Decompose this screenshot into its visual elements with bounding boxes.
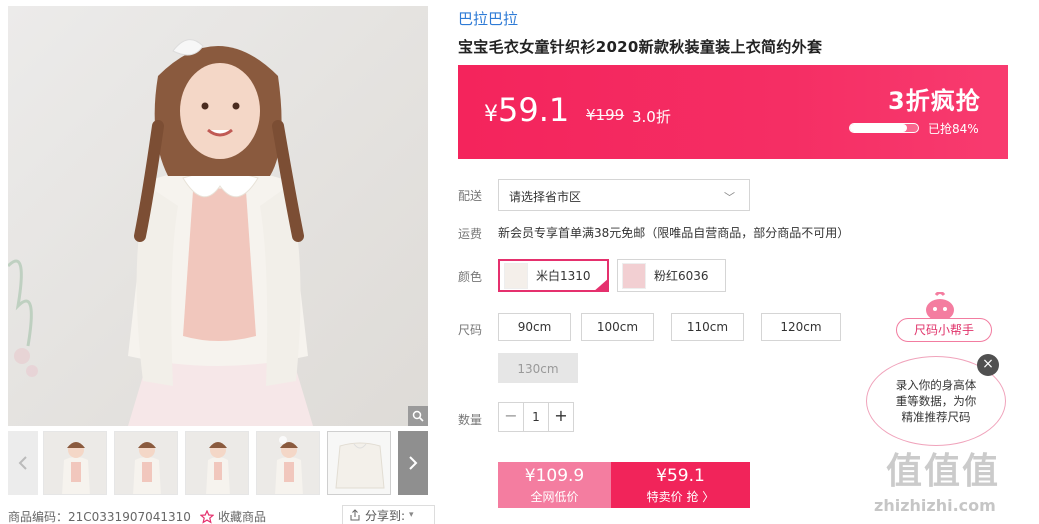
chevron-left-icon: [18, 456, 27, 470]
price-banner: ¥59.1 ¥199 3.0折 3折疯抢 已抢84%: [458, 65, 1008, 159]
thumbnail-image: [44, 432, 106, 494]
product-main-image[interactable]: [8, 6, 428, 426]
thumbnail-strip: [8, 431, 428, 495]
size-option-90[interactable]: 90cm: [498, 313, 571, 341]
market-price: ¥109.9: [524, 466, 585, 486]
region-select-value: 请选择省市区: [509, 190, 582, 204]
share-icon: [350, 509, 360, 521]
quantity-minus-button[interactable]: −: [499, 403, 523, 431]
market-price-button[interactable]: ¥109.9 全网低价: [498, 462, 611, 508]
size-label: 尺码: [458, 323, 483, 337]
discount-text: 3.0折: [632, 108, 671, 126]
magnifier-icon: [412, 410, 424, 422]
watermark-logo: 值值值: [886, 451, 1001, 492]
product-meta-row: 商品编码：21C0331907041310 收藏商品 分享到: ▾: [8, 505, 435, 524]
thumbnail-1[interactable]: [43, 431, 107, 495]
buy-now-button[interactable]: ¥59.1 特卖价 抢 〉: [611, 462, 750, 508]
thumbnail-image: [328, 432, 390, 494]
thumbnail-5[interactable]: [327, 431, 391, 495]
product-title: 宝宝毛衣女童针织衫2020新款秋装童装上衣简约外套: [458, 38, 823, 56]
thumbnail-image: [186, 432, 248, 494]
thumbnail-3[interactable]: [185, 431, 249, 495]
check-icon: ✓: [593, 278, 609, 292]
favorite-button[interactable]: 收藏商品: [200, 508, 266, 524]
sold-progress-fill: [850, 124, 907, 132]
thumbnail-2[interactable]: [114, 431, 178, 495]
share-button[interactable]: 分享到: ▾: [342, 505, 435, 524]
thumb-prev-button[interactable]: [8, 431, 38, 495]
favorite-label: 收藏商品: [218, 510, 267, 524]
size-option-110[interactable]: 110cm: [671, 313, 744, 341]
helper-text-line: 录入你的身高体: [895, 378, 977, 392]
thumb-next-button[interactable]: [398, 431, 428, 495]
size-option-120[interactable]: 120cm: [761, 313, 841, 341]
share-label: 分享到:: [365, 508, 406, 523]
shipping-text: 新会员专享首单满38元免邮（限唯品自营商品，部分商品不可用）: [498, 226, 850, 240]
size-option-100[interactable]: 100cm: [581, 313, 654, 341]
quantity-label: 数量: [458, 413, 483, 427]
chevron-down-icon: ▾: [409, 510, 414, 520]
zoom-button[interactable]: [408, 406, 428, 426]
product-photo: [8, 39, 313, 426]
shipping-label: 运费: [458, 227, 483, 241]
quantity-stepper: − 1 +: [498, 402, 574, 432]
color-option-label: 米白1310: [536, 269, 591, 283]
color-swatch: [504, 262, 528, 289]
size-option-130: 130cm: [498, 353, 578, 383]
delivery-label: 配送: [458, 189, 483, 203]
color-swatch: [622, 262, 646, 289]
site-watermark: 值值值 zhizhizhi.com: [860, 440, 1035, 524]
flash-sale-label: 3折疯抢: [888, 87, 981, 115]
sold-percent-text: 已抢84%: [928, 122, 979, 136]
size-helper-button[interactable]: 尺码小帮手: [896, 318, 992, 342]
quantity-input[interactable]: 1: [523, 403, 549, 431]
thumbnail-image: [257, 432, 319, 494]
helper-text-line: 精准推荐尺码: [901, 410, 971, 424]
helper-text-line: 重等数据，为你: [895, 394, 977, 408]
color-option-label: 粉红6036: [654, 269, 709, 283]
thumbnail-4[interactable]: [256, 431, 320, 495]
product-code: 商品编码：21C0331907041310: [8, 510, 191, 524]
star-icon: [200, 509, 214, 524]
region-select[interactable]: 请选择省市区 ﹀: [498, 179, 750, 211]
color-option-white[interactable]: 米白1310 ✓: [498, 259, 609, 292]
watermark-text: zhizhizhi.com: [874, 496, 996, 515]
quantity-plus-button[interactable]: +: [549, 403, 573, 431]
chevron-right-icon: [409, 456, 418, 470]
buy-now-label: 特卖价 抢 〉: [646, 490, 715, 504]
close-icon[interactable]: ×: [977, 354, 999, 376]
chevron-down-icon: ﹀: [724, 191, 735, 204]
brand-link[interactable]: 巴拉巴拉: [458, 8, 518, 29]
color-label: 颜色: [458, 270, 483, 284]
market-price-label: 全网低价: [530, 490, 579, 504]
sale-price: ¥59.1: [656, 466, 705, 486]
original-price: ¥199: [586, 106, 625, 124]
current-price: ¥59.1: [484, 91, 570, 129]
color-option-pink[interactable]: 粉红6036: [617, 259, 726, 292]
thumbnail-image: [115, 432, 177, 494]
